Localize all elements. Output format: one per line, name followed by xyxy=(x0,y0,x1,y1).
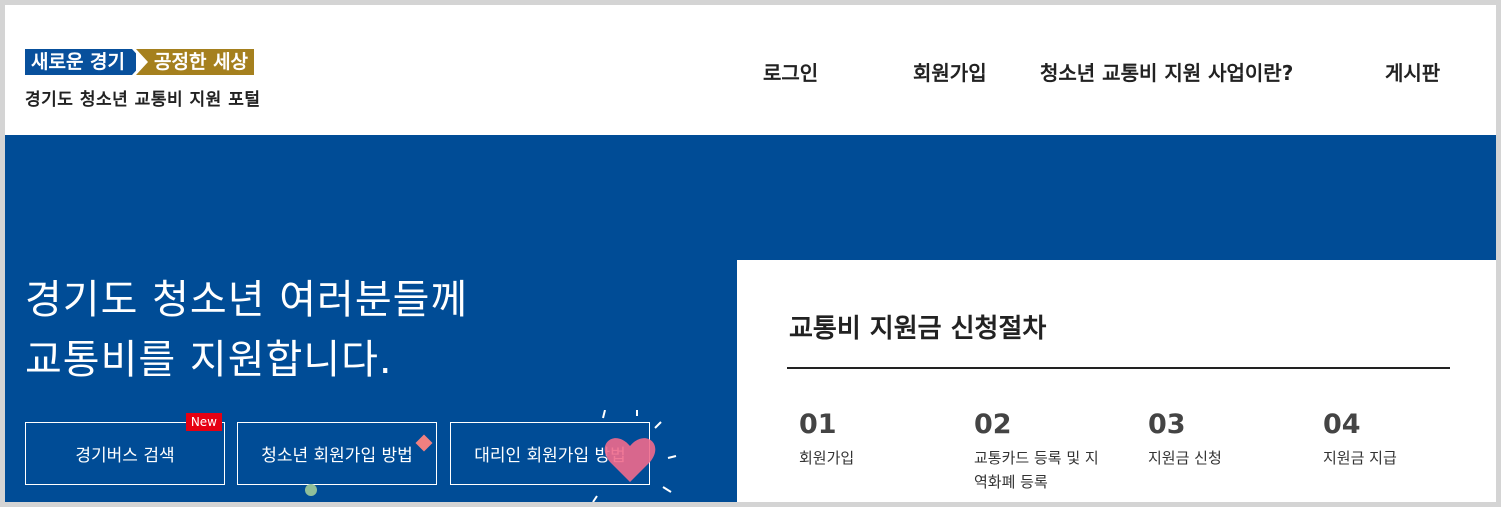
hero-banner: 경기도 청소년 여러분들께 교통비를 지원합니다. 경기버스 검색 New 청소… xyxy=(5,135,1496,502)
step-label: 회원가입 xyxy=(799,449,855,467)
step-number: 04 xyxy=(1323,409,1361,440)
application-procedure-panel: 교통비 지원금 신청절차 01 회원가입 02 교통카드 등록 및 지역화폐 등… xyxy=(737,260,1496,502)
step-label: 지원금 신청 xyxy=(1148,449,1222,467)
page-frame: 새로운 경기 공정한 세상 경기도 청소년 교통비 지원 포털 로그인 회원가입… xyxy=(5,5,1496,502)
step-number: 01 xyxy=(799,409,837,440)
nav-board[interactable]: 게시판 xyxy=(1385,57,1440,86)
top-nav: 로그인 회원가입 청소년 교통비 지원 사업이란? 게시판 xyxy=(5,57,1496,87)
step-label: 교통카드 등록 및 지역화폐 등록 xyxy=(974,449,1099,491)
decorative-sparkles xyxy=(305,410,677,502)
procedure-divider xyxy=(787,367,1450,369)
new-badge: New xyxy=(185,413,222,431)
procedure-step: 04 지원금 지급 xyxy=(1323,410,1463,470)
procedure-title: 교통비 지원금 신청절차 xyxy=(789,314,1047,344)
step-label: 지원금 지급 xyxy=(1323,449,1397,467)
hero-headline-line2: 교통비를 지원합니다. xyxy=(25,337,393,383)
diamond-decoration xyxy=(415,434,433,452)
hero-headline: 경기도 청소년 여러분들께 교통비를 지원합니다. xyxy=(25,270,468,390)
procedure-step: 01 회원가입 xyxy=(799,410,939,470)
nav-signup[interactable]: 회원가입 xyxy=(913,57,987,86)
nav-login[interactable]: 로그인 xyxy=(763,57,818,86)
heart-icon xyxy=(604,438,656,482)
bus-search-label: 경기버스 검색 xyxy=(75,446,175,466)
portal-name: 경기도 청소년 교통비 지원 포털 xyxy=(25,90,261,110)
nav-about-program[interactable]: 청소년 교통비 지원 사업이란? xyxy=(1040,57,1293,86)
step-number: 03 xyxy=(1148,409,1186,440)
hero-headline-line1: 경기도 청소년 여러분들께 xyxy=(25,277,469,323)
dot-decoration xyxy=(305,484,317,496)
procedure-step: 03 지원금 신청 xyxy=(1148,410,1288,470)
step-number: 02 xyxy=(974,409,1012,440)
bus-search-button[interactable]: 경기버스 검색 New xyxy=(25,413,225,485)
procedure-step: 02 교통카드 등록 및 지역화폐 등록 xyxy=(974,410,1099,494)
